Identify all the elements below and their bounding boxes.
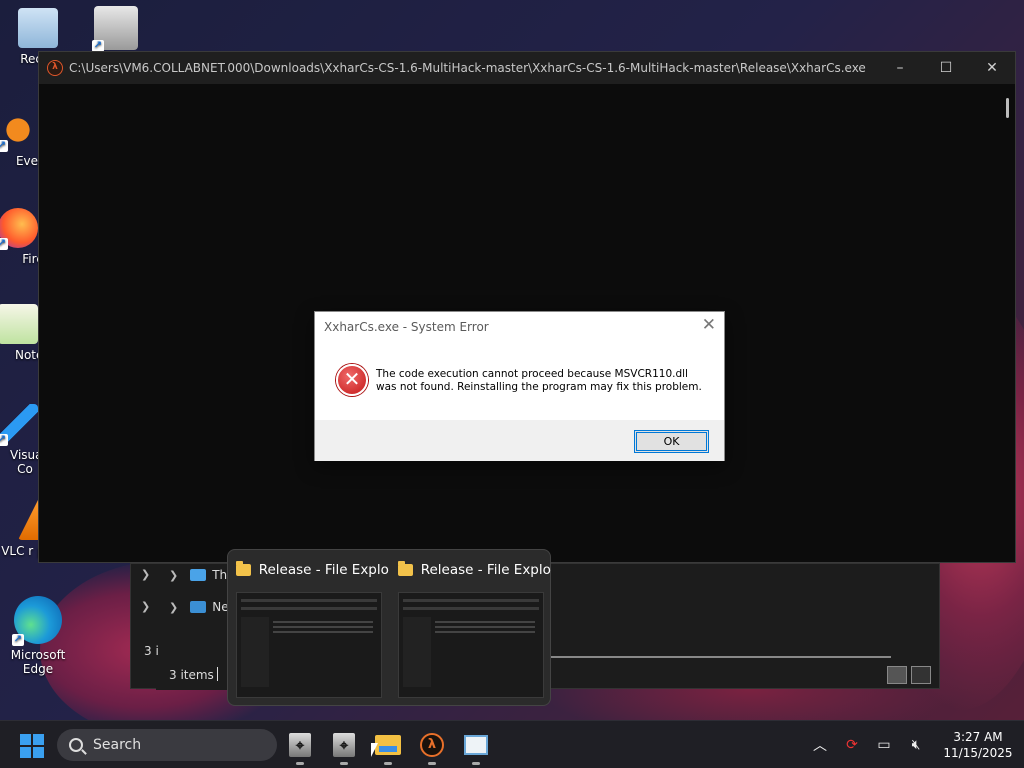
chevron-right-icon[interactable]: ❯: [169, 601, 178, 614]
chevron-up-icon[interactable]: ︿: [804, 735, 836, 755]
search-icon: [69, 738, 83, 752]
large-icons-view-icon[interactable]: [911, 666, 931, 684]
desktop-icon-label: Visual Co: [10, 448, 46, 476]
nav-item-network[interactable]: ❯ Ne: [169, 600, 229, 614]
clock-time: 3:27 AM: [953, 730, 1003, 744]
view-toggle: [887, 666, 931, 684]
windows-logo-icon: [20, 734, 31, 745]
chevron-right-icon[interactable]: ❯: [169, 569, 178, 582]
firefox-icon: ↗: [0, 208, 38, 250]
chevron-right-icon[interactable]: ❯: [141, 600, 150, 613]
status-items-count: 3 items: [169, 668, 214, 682]
thumbnail-title: Release - File Explo...: [420, 562, 552, 578]
minimize-button[interactable]: –: [877, 52, 923, 84]
nav-item-this-pc[interactable]: ❯ Thi: [169, 568, 231, 582]
recycle-bin-icon: [18, 8, 58, 48]
taskbar-app-console-host[interactable]: [460, 729, 492, 765]
dialog-message-line: was not found. Reinstalling the program …: [376, 381, 702, 393]
thumbnail-preview[interactable]: Release - File Explo...: [390, 550, 552, 707]
nav-item-this-pc-row[interactable]: ❯: [141, 568, 162, 581]
search-label: Search: [93, 737, 142, 753]
taskbar-thumbnail-previews: Release - File Explo... Release - File E…: [227, 549, 552, 707]
folder-icon: [236, 561, 251, 576]
counter-strike-icon: ⌖: [333, 733, 355, 757]
console-titlebar[interactable]: λ C:\Users\VM6.COLLABNET.000\Downloads\X…: [39, 52, 1015, 84]
horizontal-scrollbar[interactable]: [551, 656, 891, 658]
dialog-close-button[interactable]: ✕: [702, 315, 716, 335]
notepad-plus-icon: [0, 304, 38, 344]
status-divider: [217, 667, 218, 681]
thumbnail-image: [398, 592, 544, 698]
everything-search-icon: ↗: [0, 110, 38, 152]
close-button[interactable]: ✕: [969, 52, 1015, 84]
counter-strike-icon: ↗: [92, 6, 138, 52]
thumbnail-preview[interactable]: Release - File Explo...: [228, 550, 390, 707]
shortcut-arrow-icon: ↗: [0, 238, 8, 250]
mouse-cursor: [371, 743, 378, 757]
thumbnail-title: Release - File Explo...: [258, 562, 390, 578]
desktop-icon-counter-strike[interactable]: ↗: [78, 6, 154, 54]
volume-muted-icon[interactable]: 🔇︎: [900, 737, 932, 753]
console-host-icon: [464, 735, 488, 755]
start-button[interactable]: [20, 734, 44, 758]
taskbar-app-counter-strike[interactable]: ⌖: [284, 729, 316, 765]
details-view-icon[interactable]: [887, 666, 907, 684]
status-bar-text: 3 i: [144, 644, 159, 658]
taskbar: Search ⌖ ⌖ λ ︿ ⟳ ▭ 🔇︎ 3:27 AM 11/15/2025: [0, 720, 1024, 768]
dialog-footer: OK: [315, 420, 724, 461]
taskbar-app-half-life[interactable]: λ: [416, 729, 448, 765]
clock[interactable]: 3:27 AM 11/15/2025: [932, 729, 1024, 761]
ok-button[interactable]: OK: [634, 430, 709, 453]
system-error-dialog[interactable]: XxharCs.exe - System Error ✕ ✕ The code …: [314, 311, 725, 461]
error-icon: ✕: [336, 364, 368, 396]
this-pc-icon: [190, 569, 207, 581]
search-box[interactable]: Search: [57, 729, 277, 761]
dialog-title: XxharCs.exe - System Error: [324, 320, 489, 334]
desktop-icon-edge[interactable]: ↗ Microsoft Edge: [0, 596, 76, 676]
desktop-icon-label: Microsoft Edge: [10, 648, 66, 676]
maximize-button[interactable]: ☐: [923, 52, 969, 84]
shortcut-arrow-icon: ↗: [0, 140, 8, 152]
system-tray: ︿ ⟳ ▭ 🔇︎ 3:27 AM 11/15/2025: [804, 721, 1024, 768]
vscode-icon: ↗: [0, 404, 38, 446]
file-explorer-icon: [375, 735, 401, 755]
dialog-message-line: The code execution cannot proceed becaus…: [376, 368, 688, 380]
half-life-icon: λ: [420, 733, 444, 757]
shortcut-arrow-icon: ↗: [12, 634, 24, 646]
shortcut-arrow-icon: ↗: [0, 434, 8, 446]
folder-icon: [398, 561, 413, 576]
half-life-app-icon: λ: [47, 60, 63, 76]
explorer-status-bar: 3 items: [156, 658, 236, 690]
taskbar-app-counter-strike-2[interactable]: ⌖: [328, 729, 360, 765]
chevron-right-icon[interactable]: ❯: [141, 568, 150, 581]
display-icon[interactable]: ▭: [868, 737, 900, 753]
clock-date: 11/15/2025: [943, 746, 1013, 760]
nav-item-network-row[interactable]: ❯: [141, 600, 162, 613]
counter-strike-icon: ⌖: [289, 733, 311, 757]
console-scrollbar-thumb[interactable]: [1006, 98, 1009, 118]
edge-icon: ↗: [12, 596, 62, 646]
thumbnail-image: [236, 592, 382, 698]
dialog-message: The code execution cannot proceed becaus…: [376, 368, 716, 394]
network-icon: [190, 601, 207, 613]
sync-icon[interactable]: ⟳: [836, 737, 868, 753]
console-window[interactable]: λ C:\Users\VM6.COLLABNET.000\Downloads\X…: [38, 51, 1016, 563]
console-title: C:\Users\VM6.COLLABNET.000\Downloads\Xxh…: [69, 61, 866, 75]
